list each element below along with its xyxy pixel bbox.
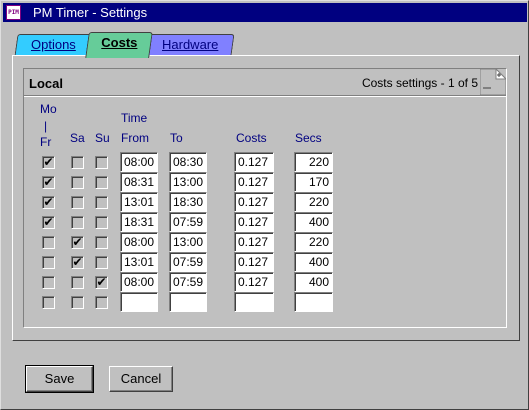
mo-fr-checkbox[interactable]: ✔ (42, 196, 55, 209)
secs-field[interactable]: 400 (294, 212, 333, 232)
sunday-checkbox[interactable] (95, 236, 108, 249)
costs-field[interactable]: 0.127 (234, 232, 274, 252)
time-from-field[interactable]: 13:01 (120, 252, 158, 272)
secs-field[interactable]: 220 (294, 192, 333, 212)
saturday-checkbox[interactable] (71, 276, 84, 289)
mo-fr-checkbox[interactable] (42, 296, 55, 309)
tab-costs[interactable]: Costs (85, 32, 153, 58)
saturday-checkbox[interactable] (71, 296, 84, 309)
local-costs-group: Local Costs settings - 1 of 5 Mo | Fr Sa… (23, 68, 507, 328)
settings-window: PIM PM Timer - Settings Options Costs Ha… (0, 0, 529, 410)
page-curl-icon[interactable] (480, 69, 506, 95)
costs-field[interactable]: 0.127 (234, 152, 274, 172)
secs-field[interactable]: 400 (294, 272, 333, 292)
time-to-field[interactable]: 18:30 (169, 192, 207, 212)
tab-costs-label: Costs (101, 35, 138, 50)
section-title: Local (29, 76, 63, 91)
time-to-field[interactable]: 07:59 (169, 212, 207, 232)
sunday-checkbox[interactable] (95, 256, 108, 269)
saturday-checkbox[interactable] (71, 176, 84, 189)
mo-fr-checkbox[interactable] (42, 256, 55, 269)
secs-field[interactable] (294, 292, 333, 312)
time-from-field[interactable]: 08:00 (120, 152, 158, 172)
tab-hardware-label: Hardware (161, 37, 219, 52)
time-to-field[interactable]: 07:59 (169, 252, 207, 272)
secs-field[interactable]: 220 (294, 232, 333, 252)
header-su: Su (95, 131, 110, 145)
header-time: Time (121, 111, 148, 125)
tab-hardware[interactable]: Hardware (145, 34, 235, 56)
window-title: PM Timer - Settings (33, 5, 148, 20)
saturday-checkbox[interactable]: ✔ (71, 236, 84, 249)
time-from-field[interactable]: 08:00 (120, 232, 158, 252)
time-from-field[interactable]: 08:31 (120, 172, 158, 192)
time-from-field[interactable] (120, 292, 158, 312)
time-from-field[interactable]: 13:01 (120, 192, 158, 212)
sunday-checkbox[interactable]: ✔ (95, 276, 108, 289)
costs-field[interactable]: 0.127 (234, 172, 274, 192)
header-pipe: | (44, 119, 48, 133)
save-button[interactable]: Save (25, 365, 94, 393)
time-to-field[interactable]: 08:30 (169, 152, 207, 172)
header-mo: Mo (40, 102, 57, 116)
time-to-field[interactable]: 13:00 (169, 232, 207, 252)
header-to: To (170, 131, 183, 145)
sunday-checkbox[interactable] (95, 196, 108, 209)
tab-options-label: Options (30, 37, 76, 52)
saturday-checkbox[interactable] (71, 216, 84, 229)
time-from-field[interactable]: 08:00 (120, 272, 158, 292)
page-info: Costs settings - 1 of 5 (361, 76, 478, 90)
mo-fr-checkbox[interactable]: ✔ (42, 176, 55, 189)
header-from: From (121, 131, 149, 145)
saturday-checkbox[interactable] (71, 196, 84, 209)
header-fr: Fr (40, 135, 52, 149)
time-to-field[interactable] (169, 292, 207, 312)
sunday-checkbox[interactable] (95, 296, 108, 309)
header-sa: Sa (70, 131, 85, 145)
costs-field[interactable]: 0.127 (234, 192, 274, 212)
title-bar[interactable]: PIM PM Timer - Settings (3, 3, 527, 22)
time-from-field[interactable]: 18:31 (120, 212, 158, 232)
header-secs: Secs (295, 131, 322, 145)
cancel-button[interactable]: Cancel (109, 366, 173, 392)
costs-field[interactable]: 0.127 (234, 272, 274, 292)
mo-fr-checkbox[interactable]: ✔ (42, 156, 55, 169)
divider (24, 95, 506, 97)
saturday-checkbox[interactable] (71, 156, 84, 169)
mo-fr-checkbox[interactable]: ✔ (42, 216, 55, 229)
mo-fr-checkbox[interactable] (42, 276, 55, 289)
sunday-checkbox[interactable] (95, 156, 108, 169)
mo-fr-checkbox[interactable] (42, 236, 55, 249)
time-to-field[interactable]: 07:59 (169, 272, 207, 292)
sunday-checkbox[interactable] (95, 216, 108, 229)
costs-field[interactable]: 0.127 (234, 252, 274, 272)
costs-field[interactable] (234, 292, 274, 312)
saturday-checkbox[interactable]: ✔ (71, 256, 84, 269)
pm-app-icon[interactable]: PIM (6, 5, 21, 20)
sunday-checkbox[interactable] (95, 176, 108, 189)
costs-field[interactable]: 0.127 (234, 212, 274, 232)
secs-field[interactable]: 170 (294, 172, 333, 192)
costs-tab-panel: Local Costs settings - 1 of 5 Mo | Fr Sa… (12, 55, 520, 341)
tab-options[interactable]: Options (14, 34, 92, 56)
time-to-field[interactable]: 13:00 (169, 172, 207, 192)
header-costs: Costs (236, 131, 267, 145)
secs-field[interactable]: 400 (294, 252, 333, 272)
secs-field[interactable]: 220 (294, 152, 333, 172)
